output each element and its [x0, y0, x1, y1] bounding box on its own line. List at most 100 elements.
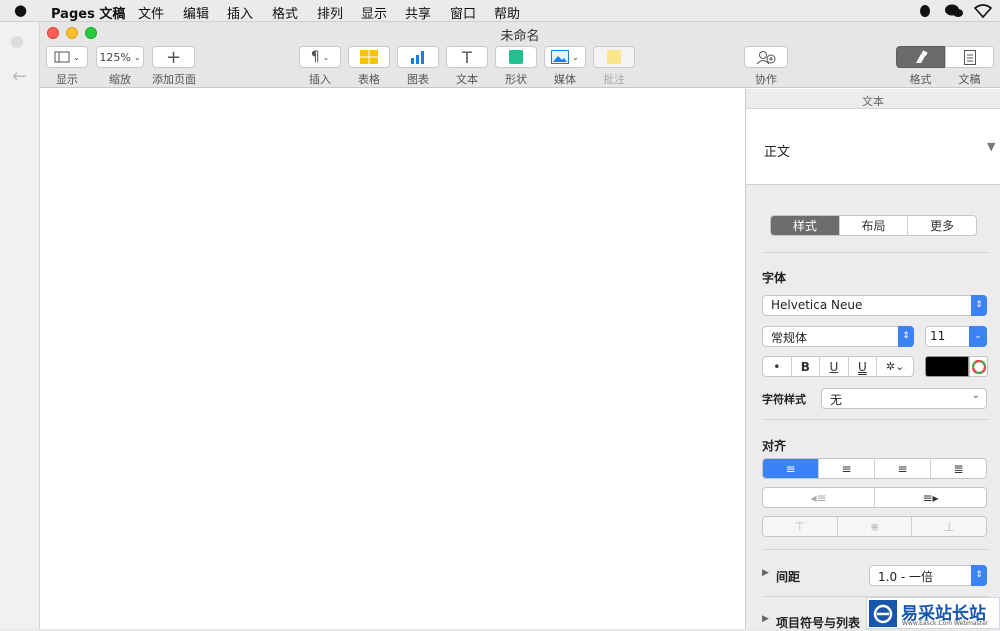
text-label: 文本 — [456, 73, 478, 86]
line-spacing-select[interactable]: 1.0 - 一倍 ⇕ — [869, 565, 987, 586]
format-label: 格式 — [909, 73, 932, 86]
menu-window[interactable]: 窗口 — [450, 3, 476, 22]
text-color-well[interactable] — [925, 356, 969, 377]
align-left-button[interactable]: ≡ — [763, 459, 819, 478]
media-label: 媒体 — [554, 73, 576, 86]
view-button[interactable]: ⌄ — [46, 46, 88, 68]
format-button[interactable] — [896, 46, 945, 68]
pages-window: 未命名 ⌄ 显示 125% ⌄ 缩放 + 添加页面 ¶ ⌄ 插入 表格 图表 T — [40, 22, 1000, 631]
color-picker-button[interactable] — [969, 356, 988, 377]
comment-label: 批注 — [603, 73, 625, 86]
shape-square-icon — [509, 50, 523, 64]
add-person-icon — [756, 51, 776, 64]
bold-button[interactable]: B — [792, 357, 821, 376]
char-style-label: 字符样式 — [762, 393, 806, 406]
font-style-select[interactable]: 常规体 ⇕ — [762, 326, 914, 347]
document-label: 文稿 — [958, 73, 981, 86]
select-arrows-icon: ⇕ — [971, 565, 987, 586]
spacing-label[interactable]: 间距 — [776, 568, 800, 585]
select-arrows-icon: ⇕ — [898, 326, 914, 347]
add-page-button[interactable]: + — [152, 46, 195, 68]
table-icon — [360, 50, 378, 64]
disclosure-right-icon[interactable]: ▶ — [762, 614, 769, 624]
note-icon — [607, 50, 621, 64]
inactive-traffic-light — [11, 36, 23, 48]
collaborate-button[interactable] — [744, 46, 788, 68]
e-logo-icon — [873, 604, 893, 623]
comment-button[interactable] — [593, 46, 635, 68]
align-middle-button[interactable]: ⋇ — [837, 517, 913, 536]
char-style-value: 无 — [830, 393, 843, 407]
bullets-label[interactable]: 项目符号与列表 — [776, 614, 860, 631]
panel-header: 文本 — [746, 89, 1000, 109]
apple-icon[interactable]: ● — [14, 1, 27, 19]
align-bottom-button[interactable]: ⊥ — [912, 517, 986, 536]
disclosure-right-icon[interactable]: ▶ — [762, 568, 769, 578]
watermark: 易采站长站 Www.Easck.Com Webmaster — [866, 597, 1000, 629]
menu-file[interactable]: 文件 — [138, 3, 164, 22]
underline-button[interactable]: U — [820, 357, 849, 376]
menu-format[interactable]: 格式 — [272, 3, 298, 22]
menu-edit[interactable]: 编辑 — [183, 3, 209, 22]
align-left-icon: ≡ — [785, 461, 796, 476]
font-family-select[interactable]: Helvetica Neue ⇕ — [762, 295, 987, 316]
increase-indent-button[interactable]: ≡▸ — [875, 488, 986, 507]
chevron-down-icon: ⌄ — [971, 390, 980, 401]
paragraph-style-name: 正文 — [764, 145, 791, 160]
document-icon — [963, 49, 976, 65]
divider — [762, 252, 990, 253]
paragraph-style-selector[interactable]: 正文 ▼ — [746, 109, 1000, 185]
shape-button[interactable] — [495, 46, 537, 68]
watermark-logo — [869, 600, 897, 627]
chevron-down-icon: ⌄ — [322, 52, 330, 62]
insert-label: 插入 — [309, 73, 331, 86]
indent-icon: ≡▸ — [922, 490, 939, 505]
align-right-button[interactable]: ≡ — [875, 459, 931, 478]
wifi-icon[interactable] — [973, 3, 993, 19]
paragraph-icon: ¶ — [310, 49, 320, 65]
align-right-icon: ≡ — [897, 461, 908, 476]
tab-more[interactable]: 更多 — [908, 216, 976, 235]
char-style-select[interactable]: 无 ⌄ — [821, 388, 987, 409]
panel-tabs: 样式 布局 更多 — [770, 215, 977, 236]
zoom-select[interactable]: 125% ⌄ — [96, 46, 144, 68]
double-underline-button[interactable]: U — [849, 357, 878, 376]
text-button[interactable]: T — [446, 46, 488, 68]
vertical-align-buttons: ⊤ ⋇ ⊥ — [762, 516, 987, 537]
chart-button[interactable] — [397, 46, 439, 68]
font-size-field[interactable]: 11 ⌄ — [925, 326, 987, 347]
align-top-button[interactable]: ⊤ — [763, 517, 838, 536]
format-sidebar: 文本 正文 ▼ 样式 布局 更多 字体 Helvetica Neue ⇕ 常规体… — [745, 89, 1000, 631]
align-center-button[interactable]: ≡ — [819, 459, 875, 478]
align-section-label: 对齐 — [762, 439, 787, 453]
chevron-down-icon: ⌄ — [73, 52, 80, 62]
align-center-icon: ≡ — [841, 461, 852, 476]
justify-button[interactable]: ≣ — [931, 459, 986, 478]
tab-layout[interactable]: 布局 — [840, 216, 909, 235]
document-canvas[interactable] — [40, 89, 745, 629]
tab-style[interactable]: 样式 — [771, 216, 840, 235]
insert-button[interactable]: ¶ ⌄ — [299, 46, 341, 68]
menu-app-name[interactable]: Pages 文稿 — [51, 3, 125, 22]
menu-view[interactable]: 显示 — [361, 3, 387, 22]
wechat-icon[interactable] — [944, 3, 964, 19]
font-family-value: Helvetica Neue — [771, 298, 863, 312]
zoom-value: 125% — [99, 50, 131, 64]
bullet-button[interactable]: • — [763, 357, 792, 376]
media-button[interactable]: ⌄ — [544, 46, 586, 68]
gear-options-button[interactable]: ✲⌄ — [877, 357, 913, 376]
decrease-indent-button[interactable]: ◂≡ — [763, 488, 875, 507]
table-button[interactable] — [348, 46, 390, 68]
menu-insert[interactable]: 插入 — [227, 3, 253, 22]
menu-bar: ● Pages 文稿 文件 编辑 插入 格式 排列 显示 共享 窗口 帮助 — [0, 0, 1000, 22]
collaborate-label: 协作 — [755, 73, 777, 86]
menu-share[interactable]: 共享 — [405, 3, 431, 22]
qq-icon[interactable] — [917, 3, 933, 19]
outdent-icon: ◂≡ — [810, 490, 827, 505]
back-arrow-icon[interactable]: ← — [12, 66, 27, 87]
menu-help[interactable]: 帮助 — [494, 3, 520, 22]
toolbar: 未命名 ⌄ 显示 125% ⌄ 缩放 + 添加页面 ¶ ⌄ 插入 表格 图表 T — [40, 22, 1000, 88]
watermark-subtitle: Www.Easck.Com Webmaster — [902, 620, 989, 627]
document-button[interactable] — [945, 46, 994, 68]
menu-arrange[interactable]: 排列 — [317, 3, 343, 22]
